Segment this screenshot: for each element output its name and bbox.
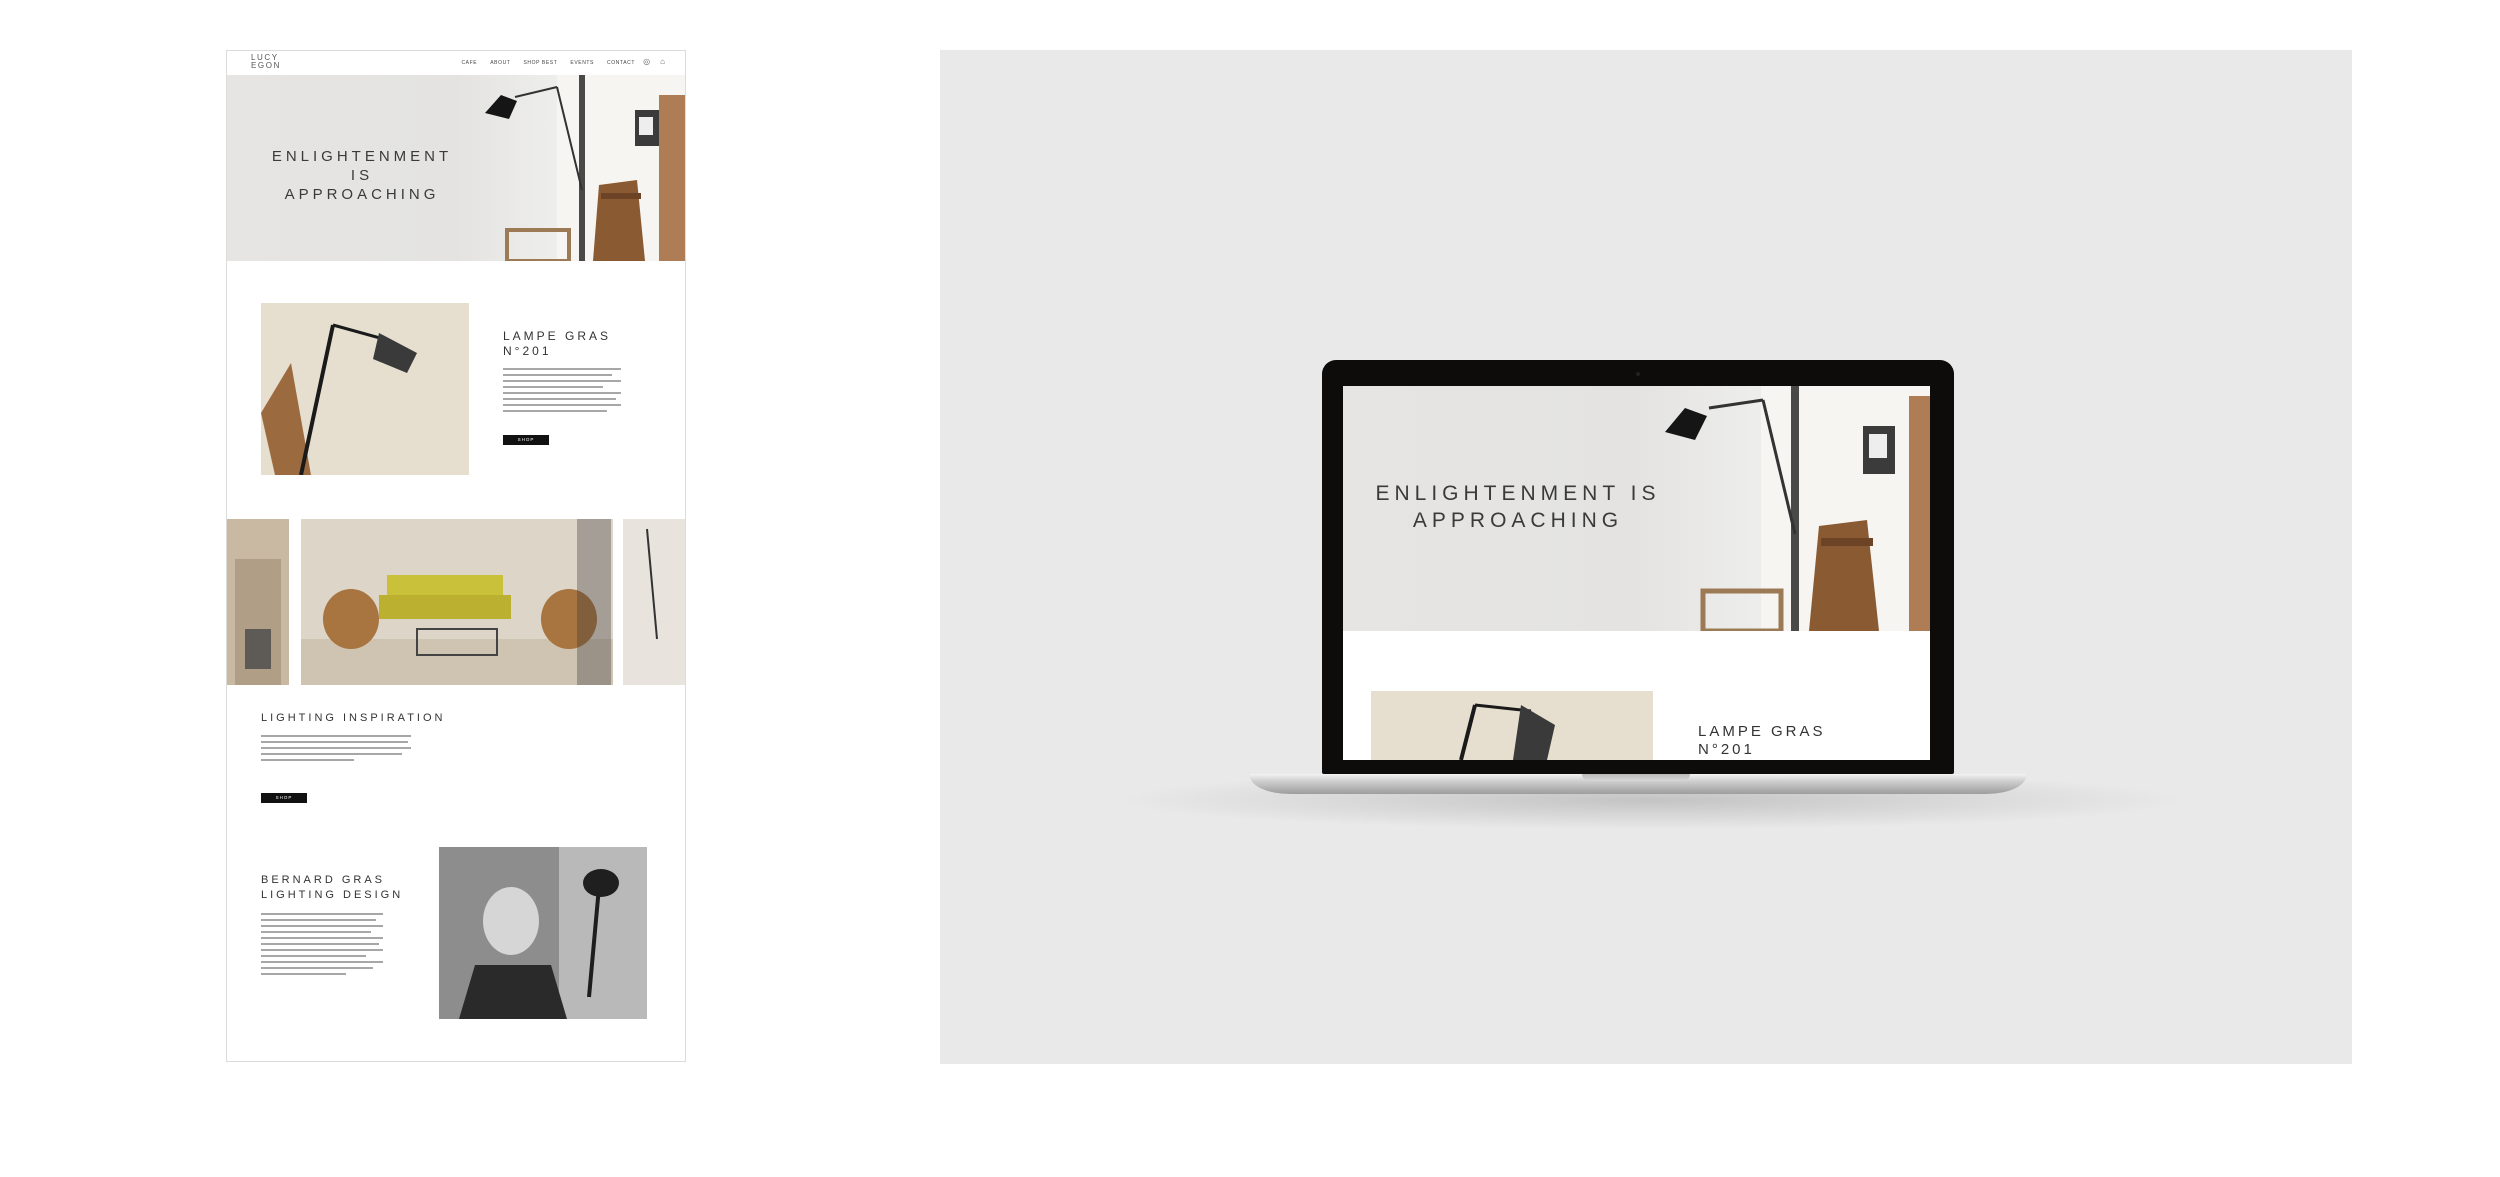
designer-title: BERNARD GRAS LIGHTING DESIGN — [261, 873, 403, 903]
nav-item-shop[interactable]: SHOP BEST — [523, 60, 557, 66]
camera-dot — [1636, 372, 1640, 376]
product-description — [503, 368, 621, 416]
screen-lamp-photo — [1371, 691, 1653, 760]
website-page-mockup: LUCY EGON CAFE ABOUT SHOP BEST EVENTS CO… — [226, 50, 686, 1062]
nav-item-events[interactable]: EVENTS — [570, 60, 594, 66]
designer-portrait-photo — [439, 847, 647, 1019]
hero-title-line-2: APPROACHING — [284, 186, 440, 203]
designer-title-line-2: LIGHTING DESIGN — [261, 889, 404, 901]
screen-product-title-line-1: LAMPE GRAS — [1698, 723, 1826, 740]
designer-description — [261, 913, 383, 979]
laptop-screen: ENLIGHTENMENT IS APPROACHING LAMPE GRAS … — [1343, 386, 1930, 760]
hero-title-line-1: ENLIGHTENMENT IS — [271, 148, 453, 184]
lamp-product-photo[interactable] — [261, 303, 469, 475]
product-title-line-2: N°201 — [503, 344, 552, 358]
hero-banner: ENLIGHTENMENT IS APPROACHING — [227, 75, 685, 261]
nav-item-about[interactable]: ABOUT — [490, 60, 510, 66]
main-nav: CAFE ABOUT SHOP BEST EVENTS CONTACT — [461, 60, 635, 66]
inspiration-shop-button[interactable]: SHOP — [261, 793, 307, 803]
inspiration-gallery — [227, 519, 685, 685]
laptop-base-notch — [1582, 774, 1690, 781]
screen-hero-title: ENLIGHTENMENT IS APPROACHING — [1373, 480, 1663, 534]
screen-product-title: LAMPE GRAS N°201 — [1698, 723, 1826, 759]
designer-title-line-1: BERNARD GRAS — [261, 874, 386, 886]
screen-product-title-line-2: N°201 — [1698, 741, 1755, 758]
product-title-line-1: LAMPE GRAS — [503, 329, 612, 343]
inspiration-title: LIGHTING INSPIRATION — [261, 712, 446, 724]
nav-item-contact[interactable]: CONTACT — [607, 60, 635, 66]
inspiration-description — [261, 735, 411, 765]
laptop-presentation: ENLIGHTENMENT IS APPROACHING LAMPE GRAS … — [940, 50, 2352, 1064]
bag-icon[interactable]: ⌂ — [660, 58, 665, 66]
screen-hero-title-line-2: APPROACHING — [1412, 509, 1624, 532]
site-header: LUCY EGON CAFE ABOUT SHOP BEST EVENTS CO… — [227, 51, 685, 75]
hero-title: ENLIGHTENMENT IS APPROACHING — [257, 147, 467, 204]
globe-icon[interactable]: ◎ — [643, 58, 650, 66]
product-title: LAMPE GRAS N°201 — [503, 329, 611, 359]
site-logo[interactable]: LUCY EGON — [251, 54, 281, 70]
nav-item-cafe[interactable]: CAFE — [461, 60, 477, 66]
logo-line-2: EGON — [251, 61, 281, 70]
product-shop-button[interactable]: SHOP — [503, 435, 549, 445]
header-icons: ◎ ⌂ — [643, 58, 665, 66]
screen-hero-title-line-1: ENLIGHTENMENT IS — [1375, 482, 1661, 505]
screen-hero-banner: ENLIGHTENMENT IS APPROACHING — [1343, 386, 1930, 631]
